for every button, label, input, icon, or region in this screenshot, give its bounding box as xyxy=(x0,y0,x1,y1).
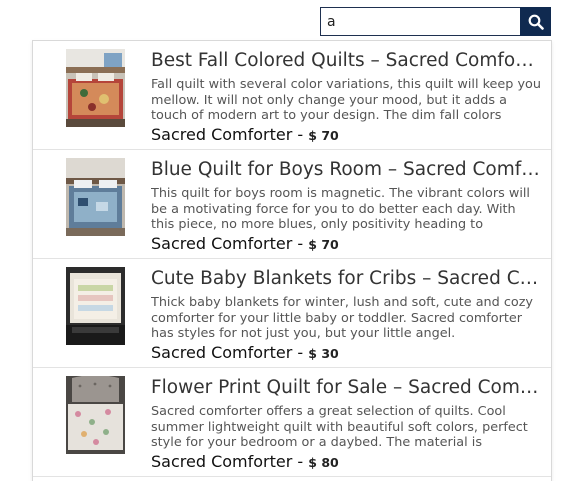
search-results-dropdown: Best Fall Colored Quilts – Sacred Comfor… xyxy=(32,40,552,481)
meta-separator: - xyxy=(297,342,304,362)
result-brand: Sacred Comforter xyxy=(151,451,293,471)
result-brand: Sacred Comforter xyxy=(151,233,293,253)
result-item-flower-quilt[interactable]: Flower Print Quilt for Sale – Sacred Com… xyxy=(33,368,551,477)
result-price: $ 30 xyxy=(308,345,339,361)
result-price: $ 70 xyxy=(308,236,339,252)
search-input[interactable] xyxy=(320,7,520,36)
result-meta: Sacred Comforter - $ 80 xyxy=(151,452,541,473)
result-meta: Sacred Comforter - $ 30 xyxy=(151,343,541,364)
result-description: This quilt for boys room is magnetic. Th… xyxy=(151,186,530,232)
result-item-fall-quilt[interactable]: Best Fall Colored Quilts – Sacred Comfor… xyxy=(33,41,551,150)
result-description: Sacred comforter offers a great selectio… xyxy=(151,404,528,450)
product-thumbnail[interactable] xyxy=(66,267,125,345)
result-title[interactable]: Best Fall Colored Quilts – Sacred Comfor… xyxy=(151,49,541,73)
meta-separator: - xyxy=(297,124,304,144)
search-icon xyxy=(528,14,544,30)
result-price: $ 70 xyxy=(308,127,339,143)
result-title[interactable]: Cute Baby Blankets for Cribs – Sacred Co… xyxy=(151,267,541,291)
result-title[interactable]: Blue Quilt for Boys Room – Sacred Comfor… xyxy=(151,158,541,182)
result-price: $ 80 xyxy=(308,454,339,470)
meta-separator: - xyxy=(297,233,304,253)
result-item-baby-blankets[interactable]: Cute Baby Blankets for Cribs – Sacred Co… xyxy=(33,259,551,368)
result-description: Thick baby blankets for winter, lush and… xyxy=(151,295,534,341)
product-thumbnail[interactable] xyxy=(66,376,125,454)
meta-separator: - xyxy=(297,451,304,471)
result-meta: Sacred Comforter - $ 70 xyxy=(151,234,541,255)
result-description: Fall quilt with several color variations… xyxy=(151,77,541,123)
search-button[interactable] xyxy=(520,7,551,36)
result-brand: Sacred Comforter xyxy=(151,342,293,362)
result-title[interactable]: Flower Print Quilt for Sale – Sacred Com… xyxy=(151,376,541,400)
result-item-blue-quilt[interactable]: Blue Quilt for Boys Room – Sacred Comfor… xyxy=(33,150,551,259)
result-meta: Sacred Comforter - $ 70 xyxy=(151,125,541,146)
search-bar xyxy=(320,7,551,36)
result-brand: Sacred Comforter xyxy=(151,124,293,144)
product-thumbnail[interactable] xyxy=(66,49,125,127)
product-thumbnail[interactable] xyxy=(66,158,125,236)
